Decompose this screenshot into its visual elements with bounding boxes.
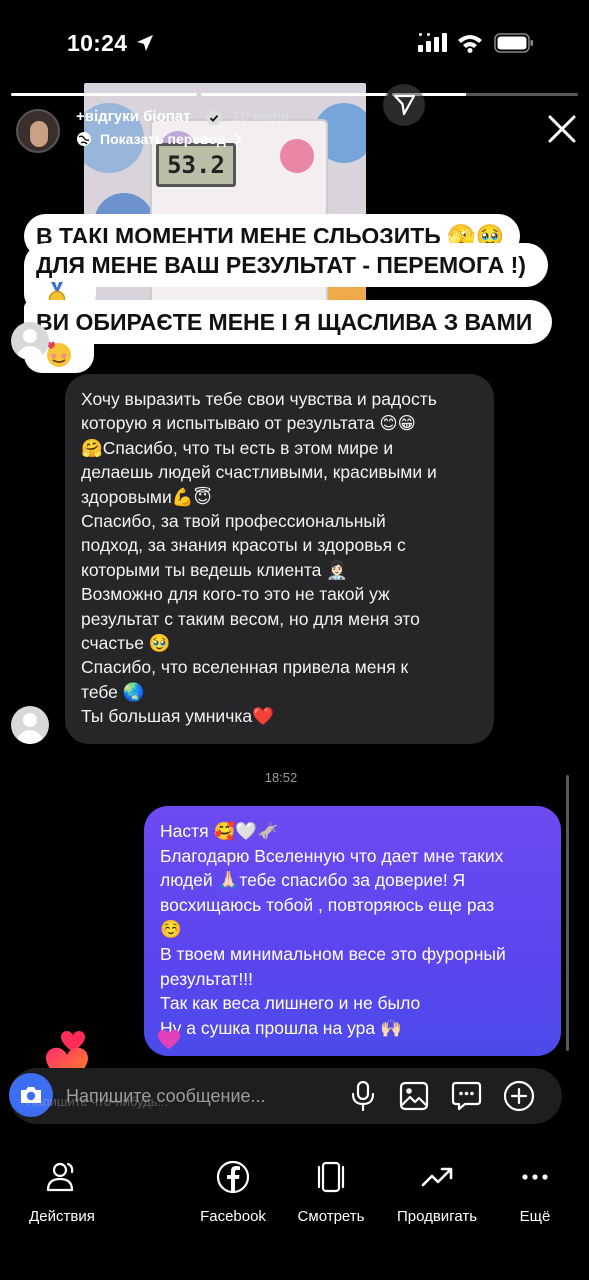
username[interactable]: +відгуки біопат bbox=[76, 108, 191, 125]
status-bar: 10:24 bbox=[0, 0, 589, 88]
message-line: людей 🙏🏻тебе спасибо за доверие! Я bbox=[160, 870, 466, 891]
profile-avatar[interactable] bbox=[16, 109, 60, 153]
action-label: Смотреть bbox=[297, 1208, 365, 1225]
message-line: ☺️ bbox=[160, 919, 182, 940]
chevron-right-icon bbox=[234, 133, 242, 145]
cellular-signal-icon bbox=[418, 33, 447, 52]
message-line: результат!!! bbox=[160, 968, 254, 989]
globe-icon bbox=[77, 132, 91, 146]
scrollbar[interactable] bbox=[566, 775, 569, 1051]
message-line: Ты большая умничка❤️ bbox=[81, 706, 274, 727]
battery-icon bbox=[494, 33, 533, 53]
progress-fill bbox=[201, 93, 388, 96]
action-more[interactable]: Ещё bbox=[480, 1160, 589, 1225]
message-line: восхищаюсь тобой , повторяюсь еще раз bbox=[160, 894, 495, 915]
message-line: Хочу выразить тебе свои чувства и радост… bbox=[81, 389, 437, 409]
message-line: счастье 🥹 bbox=[81, 633, 171, 654]
message-timestamp: 18:52 bbox=[264, 770, 298, 785]
message-line: подход, за знания красоты и здоровья с bbox=[81, 535, 406, 556]
message-line: В твоем минимальном весе это фурорный bbox=[160, 943, 506, 964]
outgoing-message[interactable]: Настя 🥰🤍🫏 Благодарю Вселенную что дает м… bbox=[144, 806, 561, 1056]
incoming-message[interactable]: Хочу выразить тебе свои чувства и радост… bbox=[65, 374, 494, 744]
message-line: которыми ты ведешь клиента 👩🏻‍⚕️ bbox=[81, 559, 349, 580]
action-activity[interactable]: Действия bbox=[7, 1160, 117, 1225]
message-line: 🤗Спасибо, что ты есть в этом мире и bbox=[81, 437, 394, 458]
message-line: Благодарю Вселенную что дает мне таких bbox=[160, 845, 504, 866]
close-icon[interactable] bbox=[546, 113, 578, 145]
decor-blob bbox=[280, 139, 314, 173]
progress-segment bbox=[11, 93, 198, 96]
action-label: Ещё bbox=[519, 1208, 551, 1225]
more-icon bbox=[522, 1174, 548, 1180]
translate-label: Показать перевод bbox=[100, 131, 226, 147]
message-line: Настя 🥰🤍🫏 bbox=[160, 821, 279, 841]
share-button[interactable] bbox=[383, 84, 425, 126]
gallery-image-icon[interactable] bbox=[399, 1081, 429, 1111]
sender-avatar[interactable] bbox=[11, 322, 49, 360]
microphone-icon[interactable] bbox=[350, 1081, 376, 1111]
action-facebook[interactable]: Facebook bbox=[178, 1160, 288, 1225]
progress-fill bbox=[11, 93, 198, 96]
location-arrow-icon bbox=[137, 35, 153, 51]
verified-badge-icon bbox=[206, 110, 222, 126]
message-line: Так как веса лишнего и не было bbox=[160, 993, 421, 1014]
message-line: которую я испытываю от результата 😊😁 bbox=[81, 413, 416, 434]
sticker-chat-icon[interactable] bbox=[451, 1080, 482, 1111]
action-label: Продвигать bbox=[396, 1208, 478, 1225]
view-icon bbox=[317, 1161, 345, 1193]
message-line: Возможно для кого-то это не такой уж bbox=[81, 584, 390, 605]
message-line: делаешь людей счастливыми, красивыми и bbox=[81, 462, 437, 483]
people-icon bbox=[46, 1162, 74, 1192]
scale-reading: 53.2 bbox=[156, 143, 236, 187]
caption-line-3: ВИ ОБИРАЄТЕ МЕНЕ І Я ЩАСЛИВА З ВАМИ bbox=[24, 300, 552, 344]
paper-plane-icon bbox=[393, 94, 416, 116]
action-promote[interactable]: Продвигать bbox=[382, 1160, 492, 1225]
plus-circle-icon[interactable] bbox=[503, 1080, 535, 1112]
action-label: Действия bbox=[29, 1208, 95, 1225]
status-time: 10:24 bbox=[67, 30, 128, 56]
message-line: Спасибо, за твой профессиональный bbox=[81, 511, 386, 532]
story-progress bbox=[11, 93, 578, 97]
trending-icon bbox=[421, 1167, 453, 1187]
sender-avatar[interactable] bbox=[11, 706, 49, 744]
facebook-icon bbox=[216, 1160, 250, 1194]
action-view[interactable]: Смотреть bbox=[276, 1160, 386, 1225]
message-line: здоровыми💪😇 bbox=[81, 486, 212, 507]
floating-heart-icon bbox=[158, 1029, 180, 1050]
message-line: Спасибо, что вселенная привела меня к bbox=[81, 657, 409, 678]
post-date: 18 июля bbox=[232, 108, 290, 125]
show-translation-link[interactable]: Показать перевод bbox=[76, 131, 242, 147]
action-label: Facebook bbox=[200, 1208, 266, 1225]
caption-line-2: ДЛЯ МЕНЕ ВАШ РЕЗУЛЬТАТ - ПЕРЕМОГА !) bbox=[24, 243, 548, 287]
message-line: результат с таким весом, но для меня это bbox=[81, 608, 420, 629]
message-input[interactable] bbox=[66, 1082, 336, 1110]
message-line: Ну а сушка прошла на ура 🙌🏻 bbox=[160, 1017, 402, 1038]
wifi-icon bbox=[458, 35, 482, 53]
progress-segment bbox=[201, 93, 388, 96]
message-line: тебе 🌏 bbox=[81, 681, 145, 702]
